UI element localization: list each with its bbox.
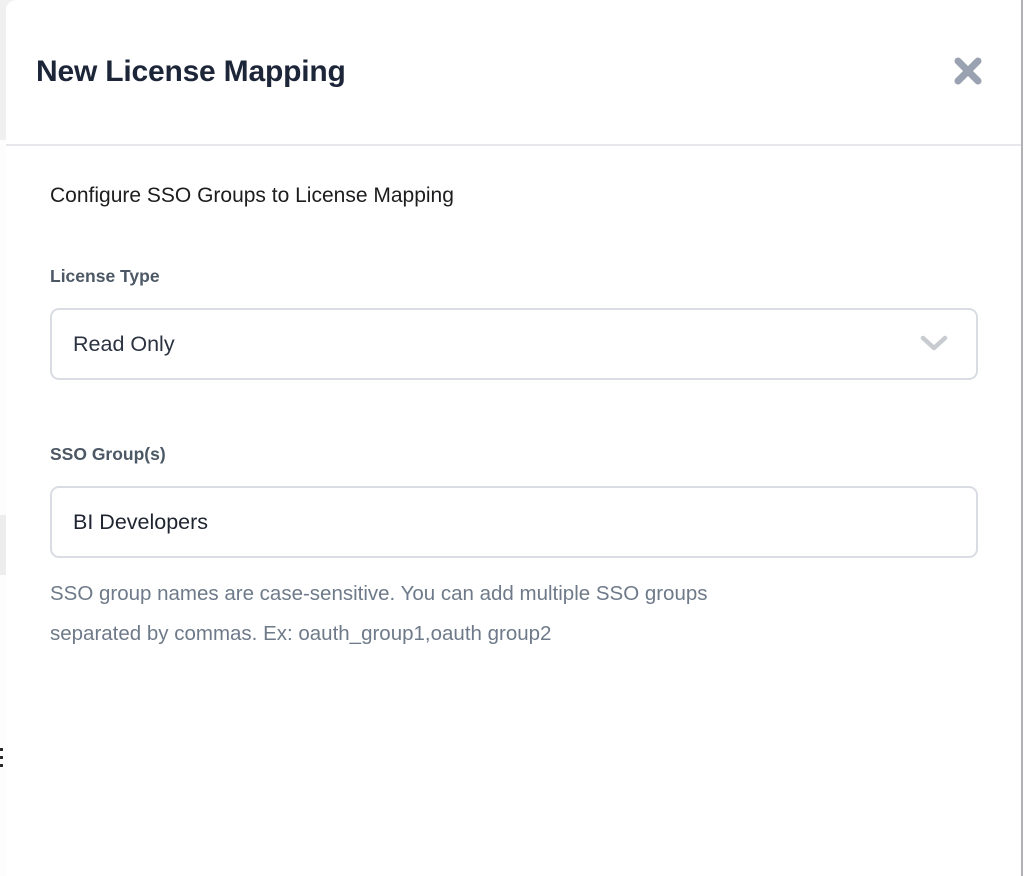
sso-groups-input[interactable] — [50, 486, 978, 558]
sso-groups-label: SSO Group(s) — [50, 444, 978, 465]
list-menu-icon — [0, 748, 4, 770]
helper-line-2: separated by commas. Ex: oauth_group1,oa… — [50, 614, 978, 654]
chevron-down-icon — [920, 335, 948, 353]
sso-groups-field-group: SSO Group(s) SSO group names are case-se… — [50, 444, 978, 654]
license-type-field-group: License Type Read Only — [50, 266, 978, 380]
sso-groups-helper-text: SSO group names are case-sensitive. You … — [50, 574, 978, 654]
dialog-body: Configure SSO Groups to License Mapping … — [6, 146, 1021, 654]
dialog-title: New License Mapping — [36, 55, 346, 89]
license-type-select[interactable]: Read Only — [50, 308, 978, 380]
license-type-label: License Type — [50, 266, 978, 287]
new-license-mapping-dialog: New License Mapping Configure SSO Groups… — [6, 0, 1023, 876]
license-type-selected-value: Read Only — [73, 332, 175, 357]
dialog-description: Configure SSO Groups to License Mapping — [50, 184, 978, 208]
close-button[interactable] — [951, 54, 985, 88]
helper-line-1: SSO group names are case-sensitive. You … — [50, 574, 978, 614]
dialog-header: New License Mapping — [6, 0, 1021, 146]
x-icon — [953, 56, 983, 86]
